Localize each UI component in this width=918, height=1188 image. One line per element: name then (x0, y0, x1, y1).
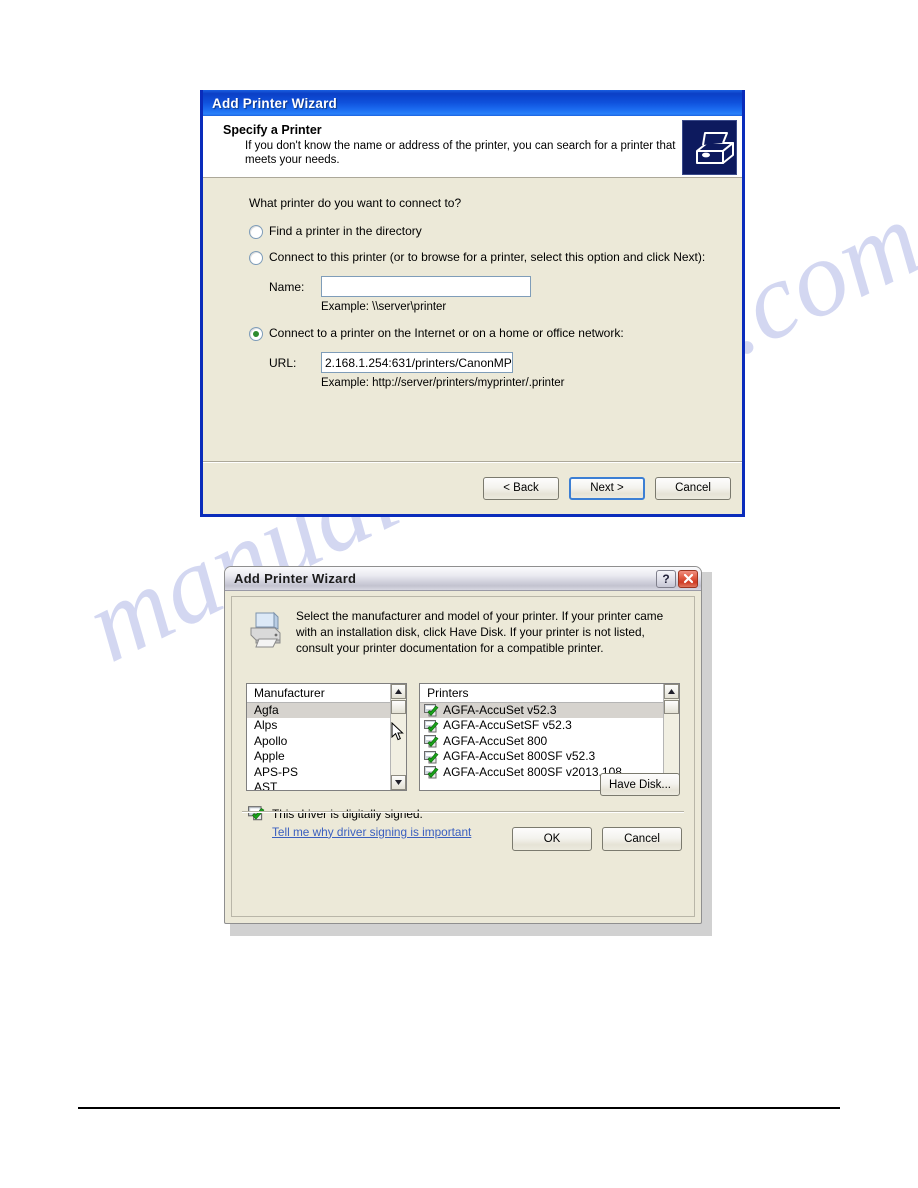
dialog1-titlebar[interactable]: Add Printer Wizard (203, 90, 742, 116)
signed-driver-icon (424, 750, 439, 764)
dialog2-footer: OK Cancel (502, 827, 682, 851)
manufacturer-items: Agfa Alps Apollo Apple APS-PS AST (247, 702, 407, 790)
dialog2-titlebar[interactable]: Add Printer Wizard ? (225, 567, 701, 591)
cancel-button[interactable]: Cancel (602, 827, 682, 851)
url-field-label: URL: (269, 355, 297, 370)
signed-driver-icon (248, 805, 265, 821)
signed-driver-icon (424, 704, 439, 717)
printer-items: AGFA-AccuSet v52.3 AGFA-AccuSetSF v52.3 … (420, 702, 679, 781)
dialog2-inner-frame: Select the manufacturer and model of you… (231, 596, 695, 917)
dialog1-body: Specify a Printer If you don't know the … (203, 116, 742, 514)
ok-button[interactable]: OK (512, 827, 592, 851)
list-item[interactable]: AGFA-AccuSetSF v52.3 (420, 718, 679, 734)
scrollbar-thumb[interactable] (664, 699, 679, 714)
scroll-down-icon[interactable] (391, 774, 407, 790)
name-field-label: Name: (269, 279, 305, 294)
name-example-text: Example: \\server\printer (321, 301, 447, 313)
back-button[interactable]: < Back (483, 476, 559, 500)
page-title: Specify a Printer (223, 123, 322, 137)
cancel-button[interactable]: Cancel (655, 476, 731, 500)
scroll-up-icon[interactable] (664, 683, 679, 699)
url-field-row: URL: 2.168.1.254:631/printers/CanonMP250 (269, 352, 742, 373)
signed-driver-icon (424, 719, 439, 733)
list-item[interactable]: Apollo (247, 734, 406, 750)
scroll-up-icon[interactable] (391, 683, 407, 699)
radio-connect-internet-indicator[interactable] (249, 327, 263, 341)
url-input[interactable]: 2.168.1.254:631/printers/CanonMP250 (321, 352, 513, 373)
name-field-row: Name: (269, 276, 742, 297)
list-item-label: AGFA-AccuSet 800 (443, 733, 548, 748)
manufacturer-listbox[interactable]: Manufacturer Agfa Alps Apollo Apple APS-… (246, 682, 408, 791)
list-item[interactable]: Agfa (247, 702, 407, 719)
printer-icon (244, 609, 288, 657)
radio-connect-printer-label: Connect to this printer (or to browse fo… (269, 250, 706, 264)
list-item-label: AGFA-AccuSet v52.3 (443, 702, 557, 717)
manufacturer-scrollbar[interactable] (390, 683, 407, 790)
list-item[interactable]: Apple (247, 749, 406, 765)
radio-option-connect-printer[interactable]: Connect to this printer (or to browse fo… (249, 250, 742, 265)
printer-icon (682, 120, 737, 175)
list-item[interactable]: AGFA-AccuSet v52.3 (420, 702, 679, 719)
radio-find-directory-indicator[interactable] (249, 225, 263, 239)
dialog2-instruction-row: Select the manufacturer and model of you… (232, 597, 694, 661)
list-item[interactable]: AST (247, 780, 406, 790)
dialog2-instruction-text: Select the manufacturer and model of you… (296, 609, 664, 655)
list-item[interactable]: APS-PS (247, 765, 406, 781)
driver-signed-text: This driver is digitally signed. (272, 806, 423, 821)
next-button[interactable]: Next > (569, 476, 645, 500)
url-example-text: Example: http://server/printers/myprinte… (321, 377, 565, 389)
dialog2-title: Add Printer Wizard (234, 571, 357, 586)
dialog2-window: Add Printer Wizard ? Select the manufact… (224, 566, 702, 924)
list-item[interactable]: Alps (247, 718, 406, 734)
list-item-label: AGFA-AccuSet 800SF v2013.108 (443, 764, 622, 779)
add-printer-wizard-dialog-model: Add Printer Wizard ? Select the manufact… (224, 566, 712, 936)
radio-option-find-directory[interactable]: Find a printer in the directory (249, 224, 742, 239)
radio-option-connect-internet[interactable]: Connect to a printer on the Internet or … (249, 326, 742, 341)
manufacturer-list-header: Manufacturer (247, 683, 407, 703)
printers-list-header: Printers (420, 683, 679, 703)
dialog1-footer: < Back Next > Cancel (203, 461, 742, 514)
radio-find-directory-label: Find a printer in the directory (269, 224, 422, 238)
signed-driver-icon (424, 766, 439, 779)
dialog1-content: What printer do you want to connect to? … (203, 178, 742, 446)
radio-connect-printer-indicator[interactable] (249, 251, 263, 265)
list-item[interactable]: AGFA-AccuSet 800SF v52.3 (420, 749, 679, 765)
signed-driver-icon (424, 735, 439, 748)
footer-divider (242, 811, 684, 813)
page-footer-rule (78, 1107, 840, 1109)
driver-signing-link[interactable]: Tell me why driver signing is important (272, 825, 471, 839)
list-item[interactable]: AGFA-AccuSet 800 (420, 734, 679, 750)
have-disk-button[interactable]: Have Disk... (600, 773, 680, 796)
add-printer-wizard-dialog-specify: Add Printer Wizard Specify a Printer If … (200, 90, 745, 517)
page-subtitle: If you don't know the name or address of… (245, 140, 676, 167)
close-icon[interactable] (678, 569, 698, 588)
help-button[interactable]: ? (656, 569, 676, 588)
list-item-label: AGFA-AccuSet 800SF v52.3 (443, 749, 596, 764)
radio-connect-internet-label: Connect to a printer on the Internet or … (269, 326, 624, 340)
connect-question: What printer do you want to connect to? (249, 196, 462, 210)
scrollbar-thumb[interactable] (391, 699, 407, 714)
dialog1-title: Add Printer Wizard (212, 95, 337, 111)
name-input[interactable] (321, 276, 531, 297)
list-item-label: AGFA-AccuSetSF v52.3 (443, 718, 572, 733)
dialog1-header-banner: Specify a Printer If you don't know the … (203, 116, 742, 178)
